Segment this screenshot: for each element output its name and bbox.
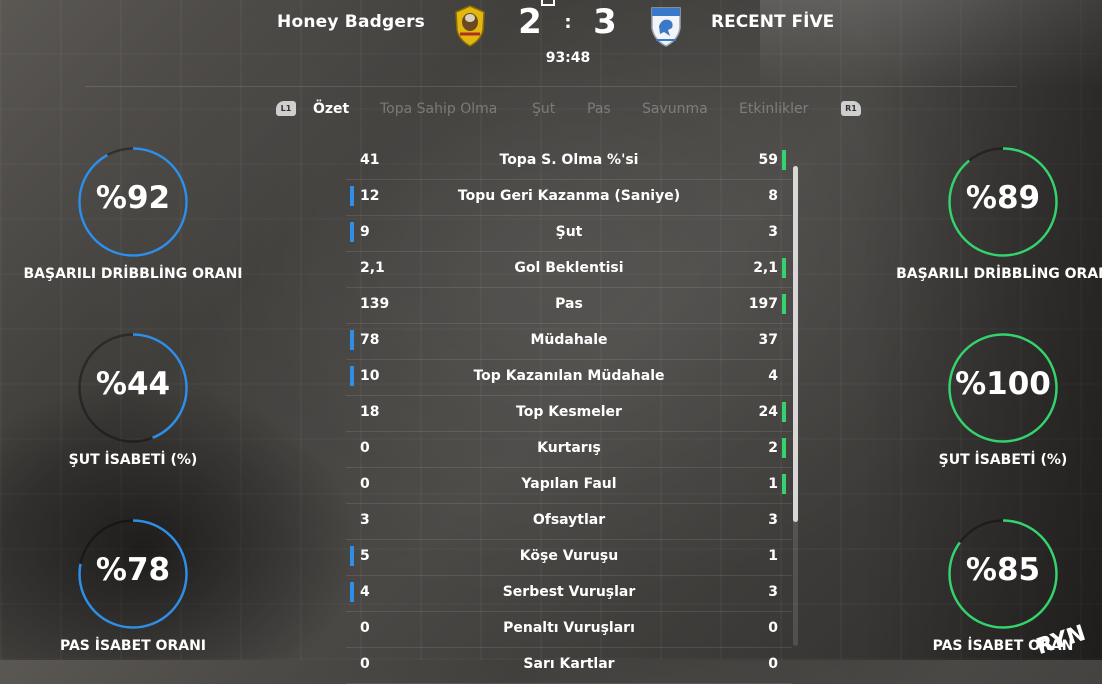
scoreboard: Honey Badgers 2 : 3 RECENT FİVE 93:48 <box>0 0 1102 80</box>
home-score: 2 <box>518 2 542 42</box>
stat-name: Penaltı Vuruşları <box>503 620 635 636</box>
stat-row: 12 Topu Geri Kazanma (Saniye) 8 <box>346 180 792 216</box>
away-pass-accuracy-ring: %85 <box>947 518 1059 630</box>
stat-row: 2,1 Gol Beklentisi 2,1 <box>346 252 792 288</box>
stat-row: 0 Penaltı Vuruşları 0 <box>346 612 792 648</box>
stat-name: Serbest Vuruşlar <box>502 584 636 600</box>
stat-row: 3 Ofsaytlar 3 <box>346 504 792 540</box>
stat-name: Top Kesmeler <box>516 404 622 420</box>
stat-name: Köşe Vuruşu <box>519 548 619 564</box>
tab-sut[interactable]: Şut <box>532 101 555 117</box>
stat-away-value: 2 <box>768 440 778 456</box>
r1-button-icon[interactable]: R1 <box>841 101 861 116</box>
stat-name: Topu Geri Kazanma (Saniye) <box>457 188 681 204</box>
away-shot-accuracy-label: ŞUT İSABETİ (%) <box>938 452 1068 468</box>
match-clock: 93:48 <box>545 50 591 66</box>
header-divider <box>85 86 1017 87</box>
stat-name: Top Kazanılan Müdahale <box>473 368 665 384</box>
stat-away-value: 24 <box>758 404 778 420</box>
home-dribble-value: %92 <box>95 180 171 216</box>
stat-away-value: 8 <box>768 188 778 204</box>
away-team-crest-icon <box>648 4 684 48</box>
stat-away-value: 1 <box>768 548 778 564</box>
stat-away-value: 59 <box>758 152 778 168</box>
tab-etkinlikler[interactable]: Etkinlikler <box>739 101 808 117</box>
stat-name: Ofsaytlar <box>532 512 606 528</box>
stat-row: 0 Yapılan Faul 1 <box>346 468 792 504</box>
stat-away-value: 3 <box>768 224 778 240</box>
away-dribble-ring: %89 <box>947 146 1059 258</box>
stat-name: Kurtarış <box>537 440 601 456</box>
home-dribble-ring: %92 <box>77 146 189 258</box>
stat-row: 41 Topa S. Olma %'si 59 <box>346 144 792 180</box>
stat-away-value: 2,1 <box>753 260 778 276</box>
stats-table: 4 1 Topa S. Olma %'si 59 1 2 Topu Geri Kazanma… <box>346 144 792 684</box>
stat-row: 139 Pas 197 <box>346 288 792 324</box>
home-pass-accuracy-value: %78 <box>95 552 171 588</box>
tab-savunma[interactable]: Savunma <box>642 101 708 117</box>
stat-name: Topa S. Olma %'si <box>499 152 639 168</box>
stat-away-value: 0 <box>768 656 778 672</box>
stat-away-value: 3 <box>768 512 778 528</box>
l1-button-icon[interactable]: L1 <box>276 101 296 116</box>
home-shot-accuracy-value: %44 <box>95 366 171 402</box>
tab-ozet[interactable]: Özet <box>313 101 349 117</box>
stats-scrollbar[interactable] <box>793 166 798 522</box>
stat-row: 4 Serbest Vuruşlar 3 <box>346 576 792 612</box>
tab-pas[interactable]: Pas <box>587 101 611 117</box>
home-dribble-label: BAŞARILI DRİBBLİNG ORANI <box>23 266 243 282</box>
stat-row: 10 Top Kazanılan Müdahale 4 <box>346 360 792 396</box>
stat-name: Gol Beklentisi <box>514 260 624 276</box>
home-team-name: Honey Badgers <box>277 12 425 32</box>
home-pass-accuracy-ring: %78 <box>77 518 189 630</box>
stat-away-value: 4 <box>768 368 778 384</box>
stat-away-value: 197 <box>748 296 778 312</box>
away-shot-accuracy-ring: %100 <box>947 332 1059 444</box>
stat-row: 0 Sarı Kartlar 0 <box>346 648 792 684</box>
away-shot-accuracy-value: %100 <box>955 366 1051 402</box>
away-dribble-label: BAŞARILI DRİBBLİNG ORAN <box>896 266 1102 282</box>
home-shot-accuracy-label: ŞUT İSABETİ (%) <box>68 452 198 468</box>
stat-row: 18 Top Kesmeler 24 <box>346 396 792 432</box>
stat-name: Şut <box>555 224 583 240</box>
home-pass-accuracy-label: PAS İSABET ORANI <box>60 638 206 654</box>
stats-tabs: L1 Özet Topa Sahip Olma Şut Pas Savunma … <box>0 96 1102 124</box>
away-pass-accuracy-value: %85 <box>965 552 1041 588</box>
stat-away-value: 3 <box>768 584 778 600</box>
stat-name: Yapılan Faul <box>521 476 617 492</box>
away-team-name: RECENT FİVE <box>711 12 835 32</box>
home-team-crest-icon <box>452 4 488 48</box>
tab-topa-sahip-olma[interactable]: Topa Sahip Olma <box>380 101 497 117</box>
away-score: 3 <box>593 2 617 42</box>
away-dribble-value: %89 <box>965 180 1041 216</box>
stat-row: 0 Kurtarış 2 <box>346 432 792 468</box>
stat-away-value: 0 <box>768 620 778 636</box>
home-shot-accuracy-ring: %44 <box>77 332 189 444</box>
stat-row: 78 Müdahale 37 <box>346 324 792 360</box>
stat-away-value: 1 <box>768 476 778 492</box>
stat-away-value: 37 <box>758 332 778 348</box>
stat-row: 5 Köşe Vuruşu 1 <box>346 540 792 576</box>
stat-name: Pas <box>555 296 583 312</box>
stat-name: Müdahale <box>530 332 608 348</box>
stat-name: Sarı Kartlar <box>523 656 615 672</box>
score-separator: : <box>564 12 572 33</box>
stat-row: 9 Şut 3 <box>346 216 792 252</box>
